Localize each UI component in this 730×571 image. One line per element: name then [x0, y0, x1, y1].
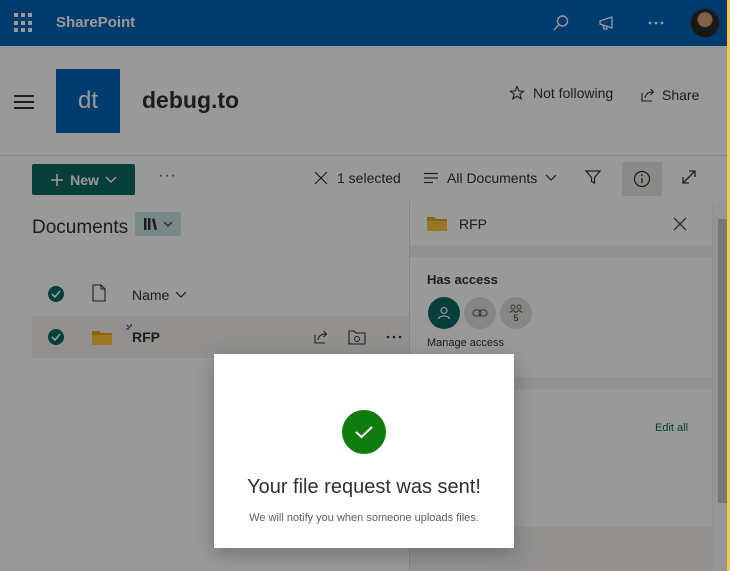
- success-check-icon: [342, 410, 386, 454]
- dialog-message: We will notify you when someone uploads …: [249, 512, 479, 524]
- dialog-title: Your file request was sent!: [247, 476, 481, 498]
- file-request-sent-dialog: Your file request was sent! We will noti…: [214, 354, 514, 548]
